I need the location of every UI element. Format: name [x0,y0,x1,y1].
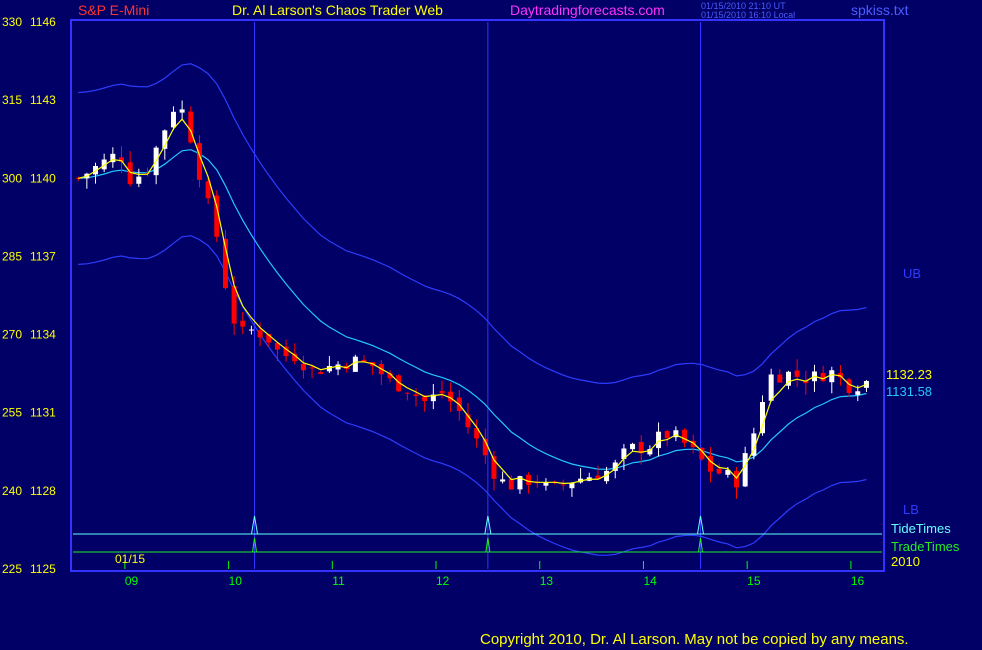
upper-band-label: UB [903,266,921,281]
candle-body-86 [820,372,826,382]
x-tick-label-0: 09 [125,574,139,588]
candle-body-52 [526,474,532,486]
candle-body-56 [560,484,566,486]
y-tick-right-3: 1137 [30,249,56,263]
candle-body-80 [768,374,774,401]
candle-body-21 [257,330,263,338]
candle-body-89 [846,379,852,393]
copyright-notice: Copyright 2010, Dr. Al Larson. May not b… [480,631,909,648]
y-tick-left-2: 300 [2,171,22,185]
candle-body-39 [413,394,419,396]
candle-body-12 [179,109,185,113]
candle-body-40 [422,396,428,402]
candle-body-68 [664,431,670,439]
candle-body-7 [136,176,142,184]
candle-body-77 [742,453,748,487]
candle-body-18 [231,286,237,324]
timestamp-local: 01/15/2010 16:10 Local [701,10,796,20]
candle-body-64 [630,443,636,450]
candle-body-26 [300,363,306,371]
lower-band-line [78,235,867,556]
candle-body-20 [248,329,254,331]
lower-band-label: LB [903,502,919,517]
candle-body-13 [188,111,194,143]
candle-body-91 [863,381,869,388]
candle-body-49 [500,479,506,482]
y-tick-left-4: 270 [2,328,22,342]
site-name: Daytradingforecasts.com [510,2,665,18]
candle-body-38 [404,392,410,394]
candle-body-50 [508,479,514,490]
candle-body-73 [708,455,714,472]
candle-body-27 [309,367,315,369]
y-tick-right-1: 1143 [30,93,56,107]
y-tick-left-1: 315 [2,93,22,107]
x-tick-label-7: 16 [851,574,865,588]
y-tick-left-7: 225 [2,562,22,576]
candle-body-11 [170,111,176,128]
candle-body-83 [794,370,800,377]
candle-body-28 [318,372,324,374]
tide-times-label: TideTimes [891,521,951,536]
x-axis-labels: 09 10 11 12 13 14 15 16 [124,561,865,588]
x-tick-label-4: 13 [540,574,554,588]
y-tick-right-7: 1125 [30,562,56,576]
y-tick-right-2: 1140 [30,171,56,185]
candle-body-74 [716,468,722,474]
candle-body-67 [656,431,662,449]
y-tick-left-5: 255 [2,406,22,420]
candle-body-76 [734,471,740,488]
x-tick-label-3: 12 [436,574,450,588]
y-axis-labels: 330 1146 315 1143 300 1140 285 1137 270 1134 255 11… [2,15,56,576]
y-tick-left-6: 240 [2,484,22,498]
price-chart: 330 1146 315 1143 300 1140 285 1137 270 1134 255 11… [2,15,960,588]
upper-band-line [78,63,867,385]
date-label: 01/15 [115,552,145,566]
candle-body-90 [855,391,861,395]
fast-average-line [78,118,867,485]
y-tick-right-5: 1131 [30,406,56,420]
candle-body-32 [352,356,358,372]
y-tick-right-0: 1146 [30,15,56,29]
x-tick-label-5: 14 [643,574,657,588]
y-tick-right-6: 1128 [30,484,56,498]
candle-body-19 [240,320,246,327]
price-label-mid: 1131.58 [886,384,932,399]
chart-title: Dr. Al Larson's Chaos Trader Web [232,2,443,18]
x-tick-label-1: 10 [229,574,243,588]
candle-body-81 [777,374,783,383]
bands [78,63,867,556]
chart-frame [70,19,885,572]
time-lanes [73,515,882,553]
y-tick-left-0: 330 [2,15,22,29]
data-filename: spkiss.txt [851,2,909,18]
symbol-label: S&P E-Mini [78,2,150,18]
candle-body-79 [759,402,765,434]
chart-labels: 1132.23 1131.58 UB LB TideTimes TradeTim… [115,266,960,569]
y-tick-left-3: 285 [2,249,22,263]
x-tick-label-2: 11 [332,574,345,588]
candle-body-70 [682,429,688,443]
candles [75,100,869,499]
y-tick-right-4: 1134 [30,328,56,342]
candle-body-42 [439,390,445,394]
year-label: 2010 [891,554,920,569]
x-tick-label-6: 15 [747,574,761,588]
trade-times-label: TradeTimes [891,539,960,554]
vertical-time-markers [254,22,701,569]
price-label-fast: 1132.23 [886,367,932,382]
candle-body-87 [829,370,835,383]
